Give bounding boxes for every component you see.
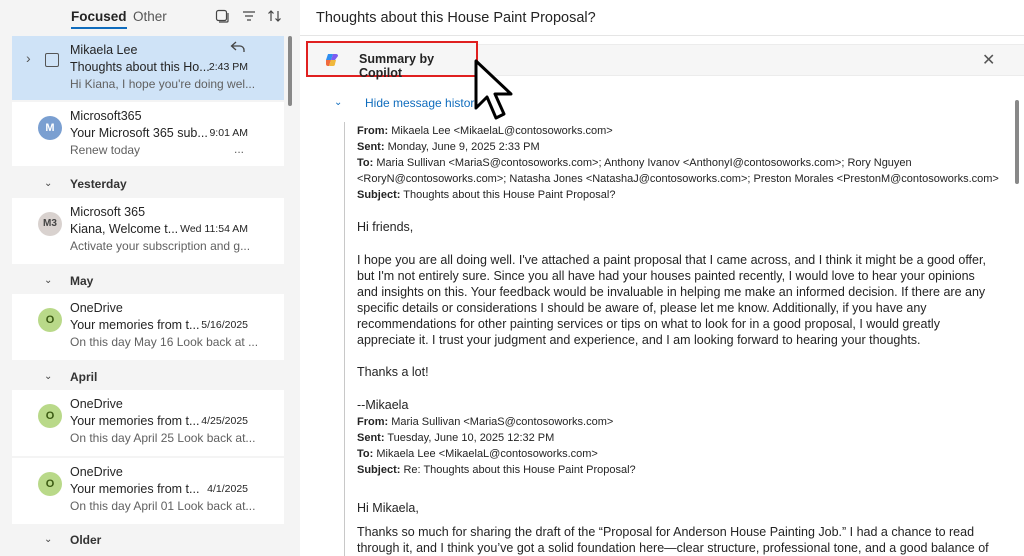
tab-focused[interactable]: Focused <box>71 9 127 29</box>
list-item[interactable]: › Mikaela Lee Thoughts about this Ho... … <box>12 36 284 100</box>
copilot-icon <box>324 52 340 68</box>
msg1-from: From: Mikaela Lee <MikaelaL@contosoworks… <box>357 125 613 137</box>
group-header-april[interactable]: April <box>70 370 97 384</box>
conversation-subject: Thoughts about this House Paint Proposal… <box>316 10 596 26</box>
msg2-sent: Sent: Tuesday, June 10, 2025 12:32 PM <box>357 432 555 444</box>
group-header-may[interactable]: May <box>70 274 93 288</box>
mail-preview: On this day April 01 Look back at... <box>70 499 256 513</box>
mail-sender: Mikaela Lee <box>70 43 138 57</box>
more-indicator: ... <box>233 142 244 156</box>
avatar: M <box>38 116 62 140</box>
tab-other[interactable]: Other <box>133 9 167 24</box>
select-checkbox[interactable] <box>45 53 59 67</box>
quote-bar <box>344 122 345 556</box>
msg1-greeting: Hi friends, <box>357 220 414 234</box>
select-mode-icon[interactable] <box>214 9 230 25</box>
expand-chevron-icon[interactable]: › <box>26 50 31 66</box>
msg2-to: To: Mikaela Lee <MikaelaL@contosoworks.c… <box>357 448 598 460</box>
mail-sender: Microsoft 365 <box>70 205 146 219</box>
msg1-signature: --Mikaela <box>357 398 409 412</box>
close-icon[interactable]: ✕ <box>982 50 995 70</box>
list-item[interactable]: O OneDrive Your memories from t... 5/16/… <box>12 294 284 360</box>
inbox-tabs: Focused Other <box>0 0 300 34</box>
mail-subject: Your memories from t... <box>70 482 200 496</box>
mail-sender: OneDrive <box>70 397 123 411</box>
msg2-greeting: Hi Mikaela, <box>357 501 419 515</box>
mail-time: 2:43 PM <box>208 61 248 73</box>
list-item[interactable]: M3 Microsoft 365 Kiana, Welcome t... Wed… <box>12 198 284 264</box>
msg2-from: From: Maria Sullivan <MariaS@contosowork… <box>357 416 614 428</box>
mail-preview: On this day April 25 Look back at... <box>70 431 256 445</box>
msg2-body-line: Thanks so much for sharing the draft of … <box>357 525 975 539</box>
chevron-down-icon[interactable]: ⌄ <box>334 97 342 108</box>
mail-subject: Your memories from t... <box>70 318 200 332</box>
msg1-body-line: specific details or considerations I sho… <box>357 301 927 315</box>
hide-message-history-link[interactable]: Hide message history <box>365 96 480 110</box>
msg1-to-cont: <RoryN@contosoworks.com>; Natasha Jones … <box>357 173 999 185</box>
mouse-cursor-icon <box>470 58 516 122</box>
header-divider <box>300 35 1024 36</box>
avatar: O <box>38 472 62 496</box>
mail-preview: Hi Kiana, I hope you're doing wel... <box>70 77 256 91</box>
msg1-body-line: but I'm not entirely sure. Since you all… <box>357 269 975 283</box>
mail-preview: Renew today <box>70 143 141 157</box>
list-item[interactable]: O OneDrive Your memories from t... 4/25/… <box>12 390 284 456</box>
msg1-thanks: Thanks a lot! <box>357 365 429 379</box>
avatar: O <box>38 308 62 332</box>
mail-subject: Kiana, Welcome t... <box>70 222 179 236</box>
group-chevron-icon[interactable]: ⌄ <box>44 534 52 545</box>
list-scrollbar[interactable] <box>288 36 292 106</box>
msg1-body-line: recommendations for other painting servi… <box>357 317 940 331</box>
group-chevron-icon[interactable]: ⌄ <box>44 275 52 286</box>
mail-sender: OneDrive <box>70 465 123 479</box>
mail-time: 9:01 AM <box>209 127 248 139</box>
msg1-body-line: appreciate it. I trust your judgment and… <box>357 333 921 347</box>
copilot-label: Summary by Copilot <box>359 52 435 80</box>
mail-subject: Thoughts about this Ho... <box>70 60 210 74</box>
msg2-body-line: through it, and I think you’ve got a sol… <box>357 541 989 555</box>
msg1-to: To: Maria Sullivan <MariaS@contosoworks.… <box>357 157 912 169</box>
group-chevron-icon[interactable]: ⌄ <box>44 178 52 189</box>
group-header-older[interactable]: Older <box>70 533 101 547</box>
msg1-body-line: I hope you are all doing well. I've atta… <box>357 253 986 267</box>
mail-time: 4/25/2025 <box>201 415 248 427</box>
list-item[interactable]: O OneDrive Your memories from t... 4/1/2… <box>12 458 284 524</box>
avatar: M3 <box>38 212 62 236</box>
mail-subject: Your Microsoft 365 sub... <box>70 126 208 140</box>
list-item[interactable]: M Microsoft365 Your Microsoft 365 sub...… <box>12 102 284 166</box>
mail-preview: Activate your subscription and g... <box>70 239 251 253</box>
mail-time: 5/16/2025 <box>201 319 248 331</box>
mail-sender: OneDrive <box>70 301 123 315</box>
outlook-window: Focused Other › Mikaela Lee Thoughts abo… <box>0 0 1024 556</box>
reply-icon <box>230 40 246 57</box>
reading-pane: Thoughts about this House Paint Proposal… <box>300 0 1024 556</box>
mail-subject: Your memories from t... <box>70 414 200 428</box>
reading-scrollbar[interactable] <box>1015 100 1019 184</box>
sort-icon[interactable] <box>267 9 283 25</box>
mail-preview: On this day May 16 Look back at ... <box>70 335 259 349</box>
mail-time: 4/1/2025 <box>207 483 248 495</box>
msg2-subject: Subject: Re: Thoughts about this House P… <box>357 464 636 476</box>
filter-icon[interactable] <box>241 9 257 25</box>
msg1-body-line: and insights on this. Your feedback woul… <box>357 285 986 299</box>
summary-by-copilot-button[interactable]: Summary by Copilot <box>306 41 478 80</box>
mail-time: Wed 11:54 AM <box>180 223 248 235</box>
message-list-pane: Focused Other › Mikaela Lee Thoughts abo… <box>0 0 300 556</box>
mail-sender: Microsoft365 <box>70 109 142 123</box>
msg1-sent: Sent: Monday, June 9, 2025 2:33 PM <box>357 141 540 153</box>
avatar: O <box>38 404 62 428</box>
group-chevron-icon[interactable]: ⌄ <box>44 371 52 382</box>
msg1-subject: Subject: Thoughts about this House Paint… <box>357 189 616 201</box>
group-header-yesterday[interactable]: Yesterday <box>70 177 127 191</box>
